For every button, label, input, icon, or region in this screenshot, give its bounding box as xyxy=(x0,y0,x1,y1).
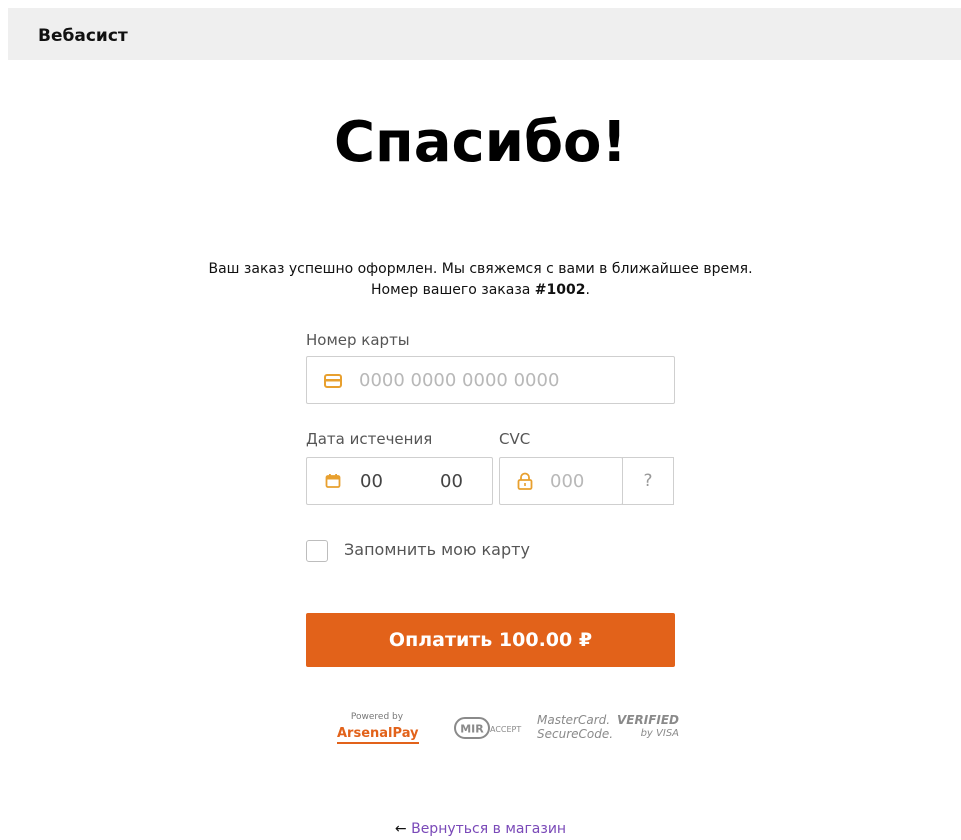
mir-accept-logo: MIR ACCEPT xyxy=(454,716,526,740)
order-number-suffix: . xyxy=(585,282,590,298)
mir-text: MIR xyxy=(460,723,484,736)
remember-card-checkbox[interactable] xyxy=(306,540,328,562)
confirmation-line-2: Номер вашего заказа #1002. xyxy=(0,280,961,301)
payment-logos: Powered by ArsenalPay MIR ACCEPT MasterC… xyxy=(0,700,961,760)
arsenalpay-text: ArsenalPay xyxy=(337,726,419,744)
card-number-placeholder: 0000 0000 0000 0000 xyxy=(359,370,560,391)
credit-card-icon xyxy=(324,374,342,388)
accept-text: ACCEPT xyxy=(490,725,521,734)
brand-name[interactable]: Вебасист xyxy=(38,26,128,46)
visa-line-1: VERIFIED xyxy=(617,713,680,727)
powered-by-text: Powered by xyxy=(350,712,404,722)
page: Вебасист Спасибо! Ваш заказ успешно офор… xyxy=(0,0,961,840)
order-number: #1002 xyxy=(534,282,586,298)
expiry-year-input[interactable]: 00 xyxy=(440,471,463,492)
card-number-field[interactable]: 0000 0000 0000 0000 xyxy=(306,356,675,404)
back-arrow-icon[interactable]: ← xyxy=(395,821,407,837)
verified-by-visa-logo: VERIFIED by VISA xyxy=(617,713,679,741)
card-number-label: Номер карты xyxy=(306,331,410,349)
calendar-icon xyxy=(325,474,341,488)
remember-card-label[interactable]: Запомнить мою карту xyxy=(344,540,530,559)
cvc-label: CVC xyxy=(499,430,531,448)
cvc-placeholder: 000 xyxy=(550,471,585,492)
confirmation-line-1: Ваш заказ успешно оформлен. Мы свяжемся … xyxy=(208,261,753,277)
mastercard-line-1: MasterCard. xyxy=(537,713,611,727)
cvc-field[interactable]: 000 xyxy=(499,457,623,505)
lock-icon xyxy=(517,472,533,490)
order-confirmation-message: Ваш заказ успешно оформлен. Мы свяжемся … xyxy=(0,259,961,301)
header-bar: Вебасист xyxy=(8,8,961,60)
expiry-field[interactable]: 00 00 xyxy=(306,457,493,505)
cvc-help-button[interactable]: ? xyxy=(622,457,674,505)
order-number-prefix: Номер вашего заказа xyxy=(371,282,531,298)
mastercard-line-2: SecureCode. xyxy=(537,727,614,741)
arsenalpay-logo: Powered by ArsenalPay xyxy=(337,712,419,744)
mir-accept-icon: MIR ACCEPT xyxy=(454,717,521,739)
back-to-shop-link[interactable]: Вернуться в магазин xyxy=(411,821,566,837)
mastercard-securecode-logo: MasterCard. SecureCode. xyxy=(537,713,613,741)
pay-button[interactable]: Оплатить 100.00 ₽ xyxy=(306,613,675,667)
back-to-shop: ← Вернуться в магазин xyxy=(0,821,961,837)
page-title: Спасибо! xyxy=(333,110,628,175)
visa-line-2: by VISA xyxy=(640,728,680,739)
expiry-label: Дата истечения xyxy=(306,430,433,448)
expiry-month-input[interactable]: 00 xyxy=(360,471,383,492)
